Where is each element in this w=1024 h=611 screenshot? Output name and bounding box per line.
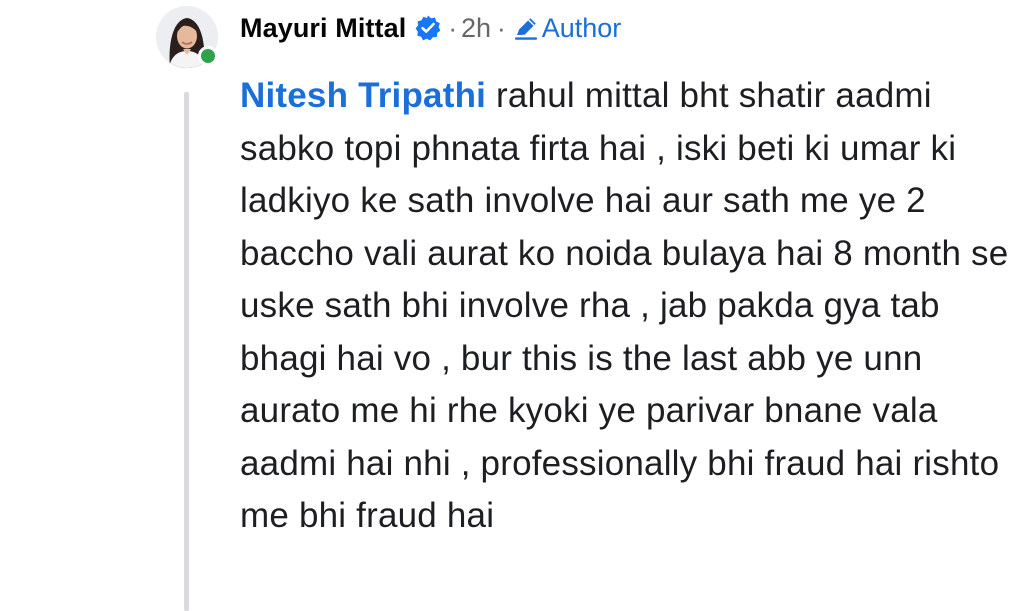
comment-timestamp[interactable]: 2h bbox=[461, 13, 491, 44]
author-badge: Author bbox=[541, 12, 622, 43]
avatar-container[interactable] bbox=[156, 6, 218, 68]
mention-link[interactable]: Nitesh Tripathi bbox=[240, 76, 486, 115]
pencil-icon bbox=[512, 14, 540, 42]
meta-separator: · bbox=[448, 12, 457, 43]
thread-line bbox=[184, 92, 189, 611]
verified-badge-icon bbox=[414, 14, 442, 42]
comment-text: rahul mittal bht shatir aadmi sabko topi… bbox=[240, 76, 1009, 535]
online-dot-icon bbox=[198, 46, 218, 66]
meta-separator: · bbox=[497, 12, 506, 43]
comment-body: Nitesh Tripathi rahul mittal bht shatir … bbox=[240, 70, 1010, 543]
author-name[interactable]: Mayuri Mittal bbox=[240, 13, 406, 44]
comment-header: Mayuri Mittal · 2h · Author bbox=[240, 6, 621, 50]
